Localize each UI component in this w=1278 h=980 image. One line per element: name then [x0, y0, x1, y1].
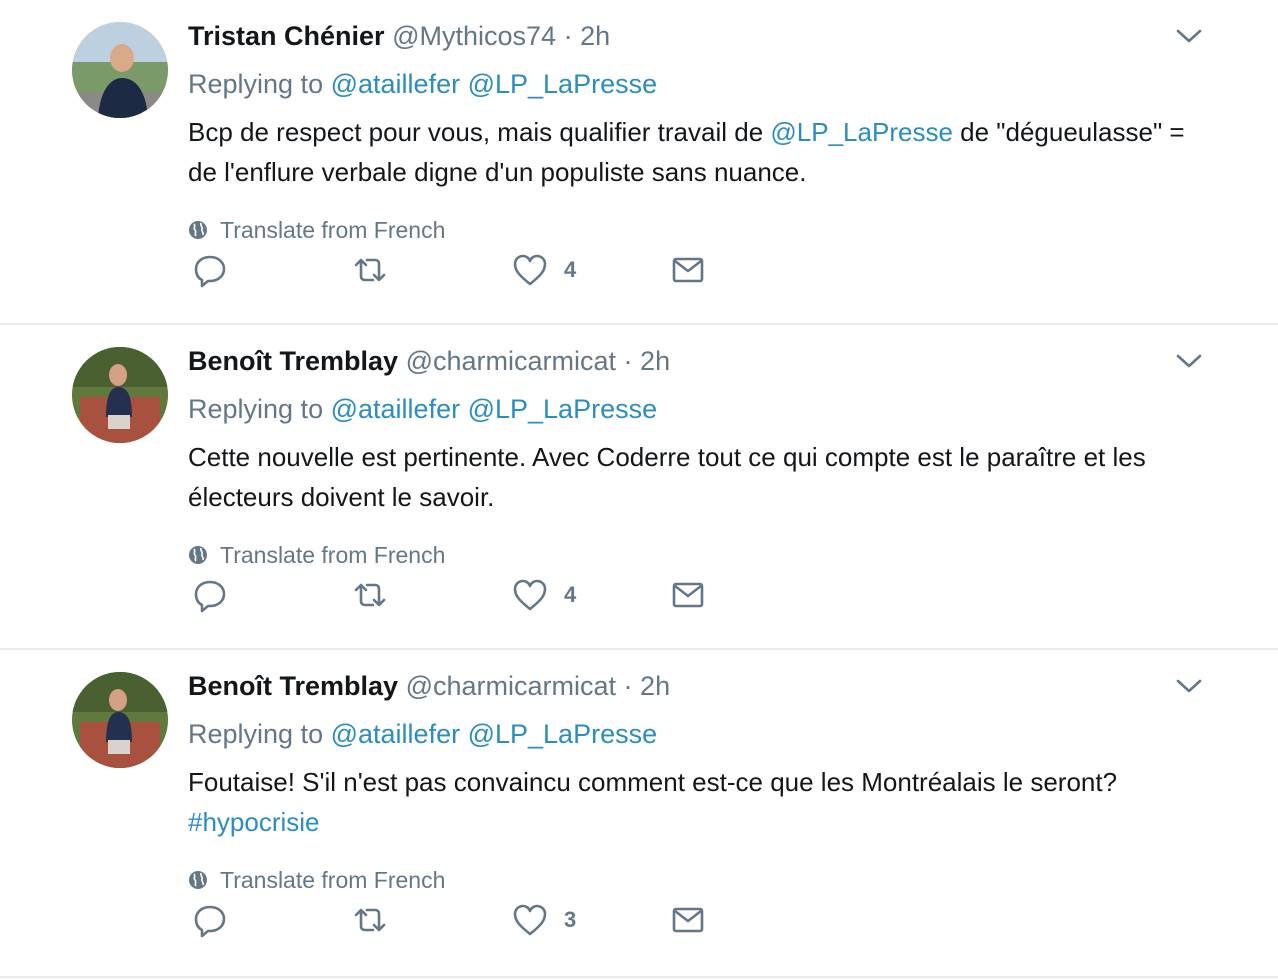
envelope-icon — [672, 907, 704, 933]
translate-label[interactable]: Translate from French — [220, 864, 445, 896]
tweet[interactable]: Benoît Tremblay @charmicarmicat · 2h Rep… — [0, 650, 1278, 978]
translate-label[interactable]: Translate from French — [220, 214, 445, 246]
heart-icon — [513, 579, 547, 611]
like-button[interactable]: 4 — [510, 575, 576, 615]
heart-icon — [513, 254, 547, 286]
tweet-header: Tristan Chénier @Mythicos74 · 2h — [188, 16, 1208, 56]
translate-link[interactable]: Translate from French — [188, 864, 1208, 896]
direct-message-button[interactable] — [668, 900, 708, 940]
tweet[interactable]: Benoît Tremblay @charmicarmicat · 2h Rep… — [0, 325, 1278, 650]
tweet-text: Cette nouvelle est pertinente. Avec Code… — [188, 437, 1208, 517]
separator-dot: · — [623, 346, 633, 376]
like-button[interactable]: 4 — [510, 250, 576, 290]
like-count: 3 — [564, 907, 577, 932]
envelope-icon — [672, 257, 704, 283]
tweet-timestamp[interactable]: 2h — [640, 346, 670, 376]
mention-link[interactable]: @ataillefer — [331, 69, 460, 99]
tweet-text-segment: Cette nouvelle est pertinente. Avec Code… — [188, 442, 1146, 512]
mention-link[interactable]: @ataillefer — [331, 719, 460, 749]
replying-to-context: Replying to @ataillefer @LP_LaPresse — [188, 389, 1208, 429]
tweet-actions: 4 — [188, 250, 748, 310]
like-count: 4 — [564, 582, 577, 607]
user-fullname[interactable]: Tristan Chénier — [188, 21, 385, 51]
user-fullname[interactable]: Benoît Tremblay — [188, 346, 398, 376]
translate-label[interactable]: Translate from French — [220, 539, 445, 571]
tweet-header: Benoît Tremblay @charmicarmicat · 2h — [188, 341, 1208, 381]
avatar[interactable] — [72, 672, 168, 768]
hashtag-link[interactable]: #hypocrisie — [188, 807, 320, 837]
mention-link[interactable]: @ataillefer — [331, 394, 460, 424]
heart-icon — [513, 904, 547, 936]
user-screenname[interactable]: @Mythicos74 — [392, 21, 556, 51]
avatar[interactable] — [72, 22, 168, 118]
globe-icon — [189, 546, 207, 564]
tweet-text-segment: Foutaise! S'il n'est pas convaincu comme… — [188, 767, 1118, 797]
globe-icon — [189, 221, 207, 239]
reply-button[interactable] — [190, 575, 230, 615]
reply-icon — [194, 905, 226, 938]
chevron-down-icon[interactable] — [1176, 351, 1202, 371]
translate-link[interactable]: Translate from French — [188, 214, 1208, 246]
tweet-text: Foutaise! S'il n'est pas convaincu comme… — [188, 762, 1208, 842]
direct-message-button[interactable] — [668, 575, 708, 615]
chevron-down-icon[interactable] — [1176, 26, 1202, 46]
replying-to-label: Replying to — [188, 69, 324, 99]
retweet-button[interactable] — [350, 900, 390, 940]
retweet-button[interactable] — [350, 250, 390, 290]
replying-to-label: Replying to — [188, 719, 324, 749]
tweet-timestamp[interactable]: 2h — [640, 671, 670, 701]
tweet[interactable]: Tristan Chénier @Mythicos74 · 2h Replyin… — [0, 0, 1278, 325]
envelope-icon — [672, 582, 704, 608]
mention-link[interactable]: @LP_LaPresse — [468, 69, 658, 99]
separator-dot: · — [563, 21, 573, 51]
like-count: 4 — [564, 257, 577, 282]
separator-dot: · — [623, 671, 633, 701]
direct-message-button[interactable] — [668, 250, 708, 290]
retweet-button[interactable] — [350, 575, 390, 615]
chevron-down-icon[interactable] — [1176, 676, 1202, 696]
retweet-icon — [354, 908, 386, 932]
reply-button[interactable] — [190, 900, 230, 940]
retweet-icon — [354, 583, 386, 607]
tweet-text: Bcp de respect pour vous, mais qualifier… — [188, 112, 1208, 192]
tweet-header: Benoît Tremblay @charmicarmicat · 2h — [188, 666, 1208, 706]
reply-button[interactable] — [190, 250, 230, 290]
reply-icon — [194, 255, 226, 288]
replying-to-context: Replying to @ataillefer @LP_LaPresse — [188, 714, 1208, 754]
mention-link[interactable]: @LP_LaPresse — [468, 394, 658, 424]
tweet-actions: 4 — [188, 575, 748, 635]
user-screenname[interactable]: @charmicarmicat — [406, 346, 616, 376]
tweet-timestamp[interactable]: 2h — [580, 21, 610, 51]
tweet-text-segment: Bcp de respect pour vous, mais qualifier… — [188, 117, 771, 147]
replying-to-label: Replying to — [188, 394, 324, 424]
like-button[interactable]: 3 — [510, 900, 576, 940]
mention-link[interactable]: @LP_LaPresse — [468, 719, 658, 749]
mention-link[interactable]: @LP_LaPresse — [770, 117, 953, 147]
user-fullname[interactable]: Benoît Tremblay — [188, 671, 398, 701]
translate-link[interactable]: Translate from French — [188, 539, 1208, 571]
replying-to-context: Replying to @ataillefer @LP_LaPresse — [188, 64, 1208, 104]
avatar[interactable] — [72, 347, 168, 443]
tweet-actions: 3 — [188, 900, 748, 960]
globe-icon — [189, 871, 207, 889]
reply-icon — [194, 580, 226, 613]
retweet-icon — [354, 258, 386, 282]
user-screenname[interactable]: @charmicarmicat — [406, 671, 616, 701]
